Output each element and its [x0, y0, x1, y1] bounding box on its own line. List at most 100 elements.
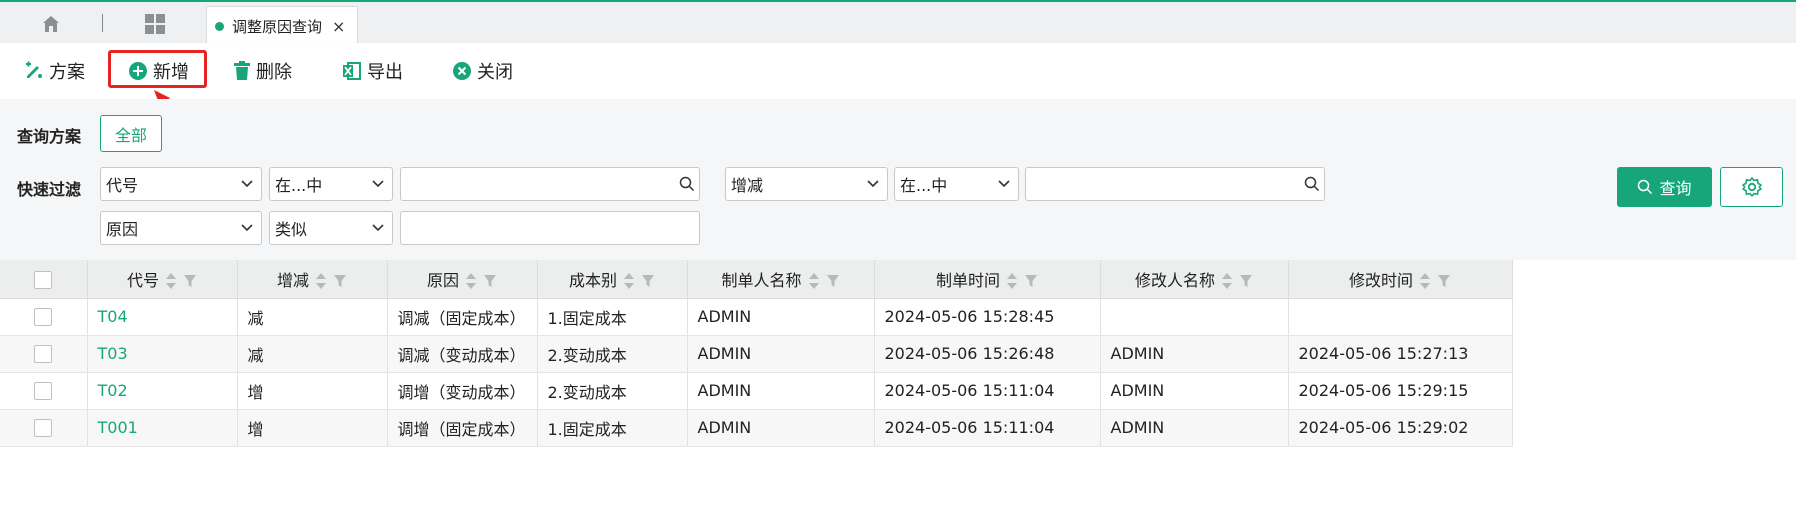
- cell-created-time: 2024-05-06 15:26:48: [874, 335, 1101, 373]
- filter-value-input-3[interactable]: [400, 211, 700, 245]
- chevron-down-icon: [241, 224, 253, 232]
- filter-field-select-3[interactable]: 原因: [100, 211, 262, 245]
- plus-circle-icon: [129, 62, 147, 80]
- row-select-cell: [0, 409, 88, 447]
- filter-value-input-1[interactable]: [400, 167, 700, 201]
- cell-code[interactable]: T03: [87, 335, 238, 373]
- table-header-row: 代号 增减 原因 成本别 制单人名称 制单时间 修改人名称 修改时间: [0, 260, 1513, 299]
- row-select-cell: [0, 335, 88, 373]
- scheme-label: 方案: [49, 62, 85, 83]
- tab-adjust-reason-query[interactable]: 调整原因查询 ×: [206, 6, 358, 45]
- apps-tab[interactable]: [140, 11, 170, 37]
- filter-icon[interactable]: [826, 274, 840, 288]
- sort-icon[interactable]: [808, 272, 820, 290]
- sort-icon[interactable]: [1006, 272, 1018, 290]
- settings-button[interactable]: [1720, 167, 1783, 207]
- row-checkbox[interactable]: [34, 382, 53, 401]
- select-all-cell: [0, 260, 88, 299]
- sort-icon[interactable]: [623, 272, 635, 290]
- close-icon[interactable]: ×: [332, 17, 345, 36]
- filter-value-input-2[interactable]: [1025, 167, 1325, 201]
- sort-icon[interactable]: [1221, 272, 1233, 290]
- quick-filter-label: 快速过滤: [17, 180, 82, 199]
- cell-code[interactable]: T02: [87, 372, 238, 410]
- cell-modified-time: 2024-05-06 15:29:02: [1288, 409, 1513, 447]
- search-icon[interactable]: [679, 176, 695, 192]
- cell-created-time: 2024-05-06 15:28:45: [874, 298, 1101, 336]
- filter-icon[interactable]: [641, 274, 655, 288]
- filter-field-select-2[interactable]: 增减: [725, 167, 888, 201]
- home-tab[interactable]: [28, 11, 74, 37]
- cell-cost-type: 2.变动成本: [537, 372, 688, 410]
- chevron-down-icon: [241, 180, 253, 188]
- query-button[interactable]: 查询: [1617, 167, 1712, 207]
- column-header-reason[interactable]: 原因: [387, 260, 538, 299]
- cell-increase-decrease: 减: [237, 335, 388, 373]
- scheme-filter-label: 查询方案: [17, 127, 82, 146]
- column-header-creator[interactable]: 制单人名称: [687, 260, 875, 299]
- edit-scheme-icon: [26, 61, 42, 78]
- cell-modified-time: 2024-05-06 15:27:13: [1288, 335, 1513, 373]
- cell-created-time: 2024-05-06 15:11:04: [874, 409, 1101, 447]
- filter-icon[interactable]: [1437, 274, 1451, 288]
- filter-op-select-2[interactable]: 在...中: [894, 167, 1019, 201]
- sort-icon[interactable]: [165, 272, 177, 290]
- cell-modifier: ADMIN: [1100, 409, 1289, 447]
- trash-icon: [234, 61, 250, 80]
- all-scheme-button[interactable]: 全部: [100, 115, 162, 152]
- column-header-modifier[interactable]: 修改人名称: [1100, 260, 1289, 299]
- scheme-button[interactable]: 方案: [24, 53, 85, 89]
- table-row[interactable]: T02 增 调增（变动成本） 2.变动成本 ADMIN 2024-05-06 1…: [0, 372, 1513, 410]
- sort-icon[interactable]: [1419, 272, 1431, 290]
- table-row[interactable]: T001 增 调增（固定成本） 1.固定成本 ADMIN 2024-05-06 …: [0, 409, 1513, 447]
- filter-op-select-1[interactable]: 在...中: [269, 167, 393, 201]
- delete-button[interactable]: 删除: [233, 53, 292, 89]
- filter-panel: 查询方案 全部 快速过滤 代号 在...中 增减 在...中 原因 类似 查询: [0, 99, 1796, 260]
- row-checkbox[interactable]: [34, 419, 53, 438]
- row-checkbox[interactable]: [34, 308, 53, 327]
- filter-field-value: 代号: [106, 176, 139, 195]
- close-button[interactable]: 关闭: [452, 53, 513, 89]
- close-circle-icon: [453, 62, 471, 80]
- select-all-checkbox[interactable]: [34, 270, 53, 289]
- tab-label: 调整原因查询: [232, 17, 323, 36]
- filter-icon[interactable]: [1024, 274, 1038, 288]
- home-icon: [43, 16, 59, 32]
- cell-code[interactable]: T04: [87, 298, 238, 336]
- row-select-cell: [0, 298, 88, 336]
- results-table: 代号 增减 原因 成本别 制单人名称 制单时间 修改人名称 修改时间 T04 减…: [0, 260, 1513, 447]
- export-button[interactable]: 导出: [342, 53, 403, 89]
- column-header-created-time[interactable]: 制单时间: [874, 260, 1101, 299]
- add-button[interactable]: 新增: [128, 53, 189, 89]
- filter-op-select-3[interactable]: 类似: [269, 211, 393, 245]
- column-header-modified-time[interactable]: 修改时间: [1288, 260, 1513, 299]
- table-row[interactable]: T04 减 调减（固定成本） 1.固定成本 ADMIN 2024-05-06 1…: [0, 298, 1513, 336]
- filter-icon[interactable]: [483, 274, 497, 288]
- search-icon: [1638, 179, 1653, 195]
- cell-modifier: ADMIN: [1100, 335, 1289, 373]
- tab-divider: [102, 14, 103, 32]
- cell-created-time: 2024-05-06 15:11:04: [874, 372, 1101, 410]
- filter-field-select-1[interactable]: 代号: [100, 167, 262, 201]
- active-dot-icon: [215, 21, 224, 31]
- column-header-cost-type[interactable]: 成本别: [537, 260, 688, 299]
- column-header-code[interactable]: 代号: [87, 260, 238, 299]
- filter-icon[interactable]: [1239, 274, 1253, 288]
- sort-icon[interactable]: [315, 272, 327, 290]
- filter-icon[interactable]: [183, 274, 197, 288]
- row-select-cell: [0, 372, 88, 410]
- cell-modified-time: 2024-05-06 15:29:15: [1288, 372, 1513, 410]
- cell-code[interactable]: T001: [87, 409, 238, 447]
- filter-op-value: 类似: [275, 220, 308, 239]
- filter-icon[interactable]: [333, 274, 347, 288]
- gear-icon: [1741, 177, 1762, 197]
- sort-icon[interactable]: [465, 272, 477, 290]
- table-row[interactable]: T03 减 调减（变动成本） 2.变动成本 ADMIN 2024-05-06 1…: [0, 335, 1513, 373]
- toolbar: 方案 新增 删除 导出 关闭: [0, 43, 1796, 99]
- cell-increase-decrease: 减: [237, 298, 388, 336]
- row-checkbox[interactable]: [34, 345, 53, 364]
- column-header-increase-decrease[interactable]: 增减: [237, 260, 388, 299]
- cell-creator: ADMIN: [687, 335, 875, 373]
- search-icon[interactable]: [1304, 176, 1320, 192]
- add-label: 新增: [153, 62, 189, 83]
